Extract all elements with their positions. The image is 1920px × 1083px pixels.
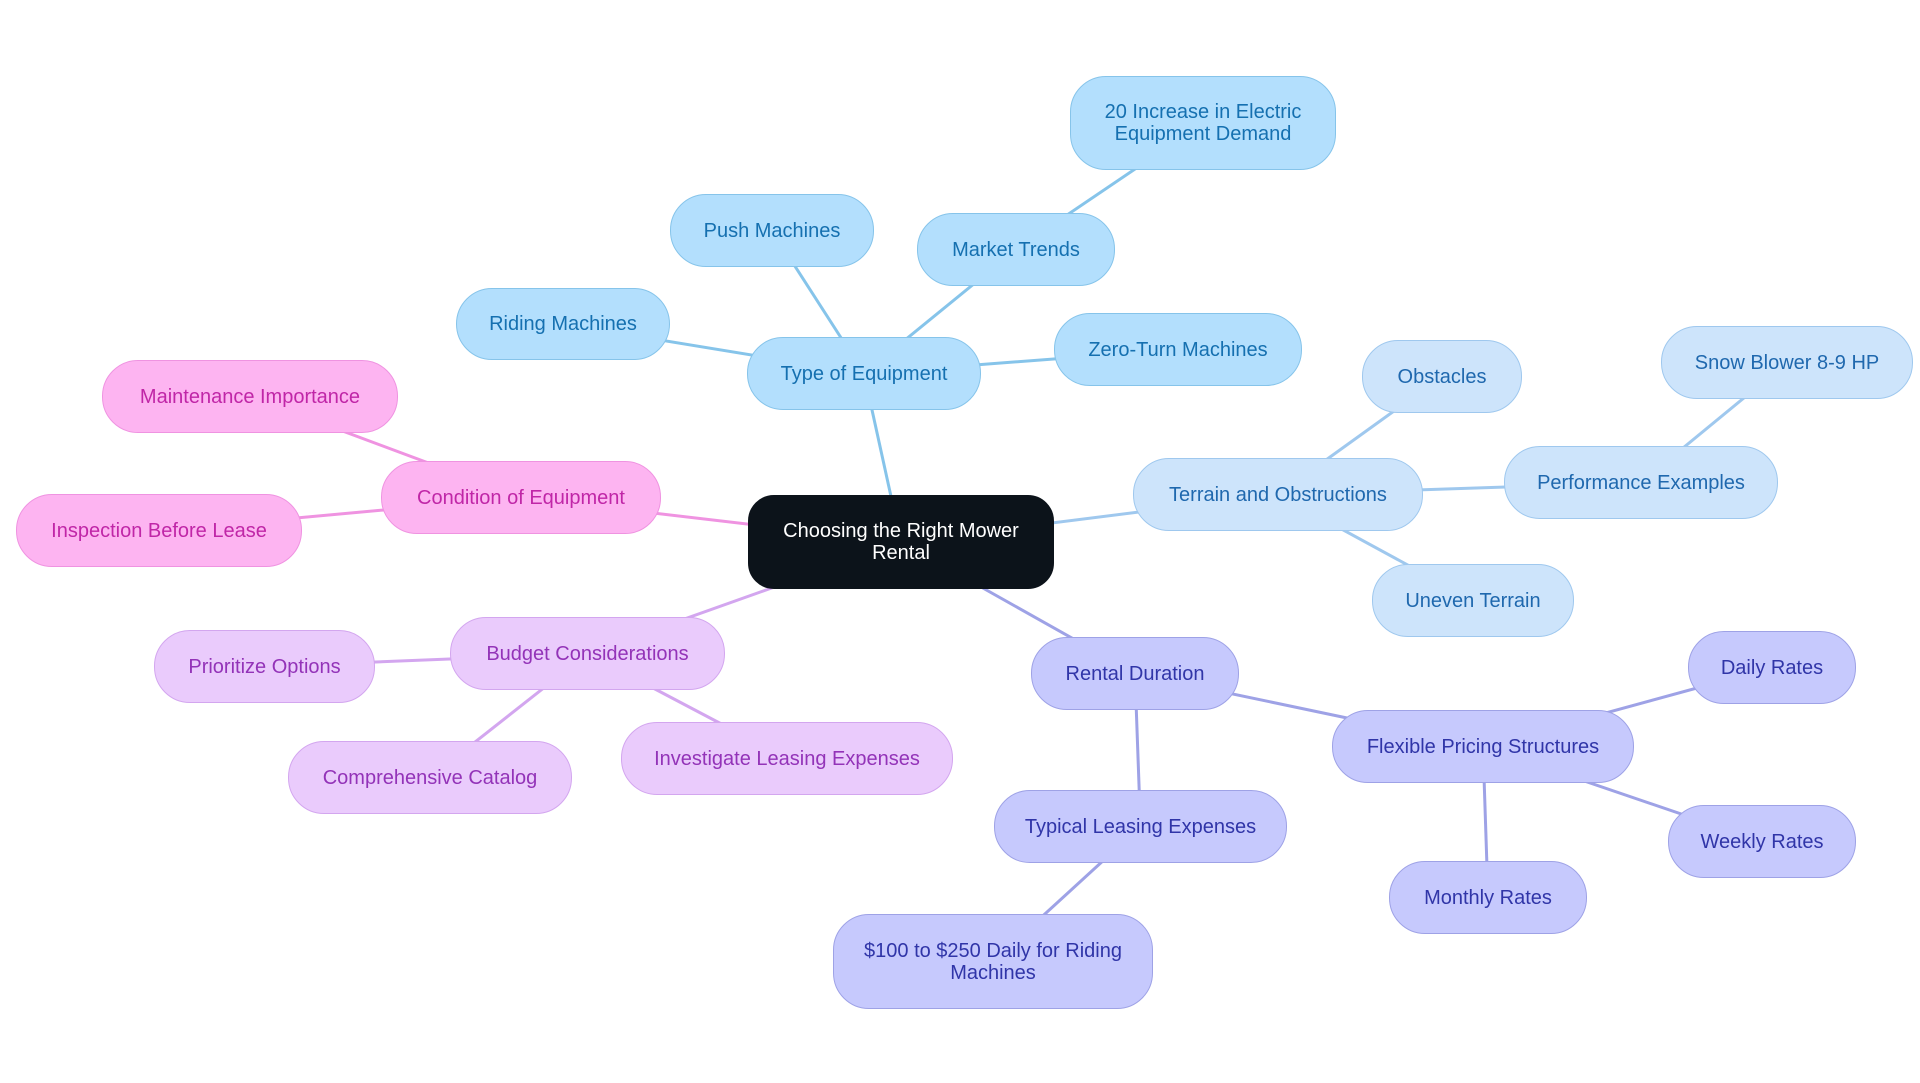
node-uneven-terrain[interactable]: Uneven Terrain <box>1372 564 1574 637</box>
node-weekly-rates[interactable]: Weekly Rates <box>1668 805 1856 878</box>
node-type-of-equipment[interactable]: Type of Equipment <box>747 337 981 410</box>
node-rental-duration[interactable]: Rental Duration <box>1031 637 1239 710</box>
root-node[interactable]: Choosing the Right Mower Rental <box>748 495 1054 589</box>
node-condition-of-equipment[interactable]: Condition of Equipment <box>381 461 661 534</box>
node-maintenance-importance[interactable]: Maintenance Importance <box>102 360 398 433</box>
node-snow-blower[interactable]: Snow Blower 8-9 HP <box>1661 326 1913 399</box>
node-push-machines[interactable]: Push Machines <box>670 194 874 267</box>
node-inspection-before-lease[interactable]: Inspection Before Lease <box>16 494 302 567</box>
node-flexible-pricing-structures[interactable]: Flexible Pricing Structures <box>1332 710 1634 783</box>
node-market-trends[interactable]: Market Trends <box>917 213 1115 286</box>
node-zero-turn-machines[interactable]: Zero-Turn Machines <box>1054 313 1302 386</box>
node-daily-rates[interactable]: Daily Rates <box>1688 631 1856 704</box>
node-riding-cost[interactable]: $100 to $250 Daily for Riding Machines <box>833 914 1153 1009</box>
node-prioritize-options[interactable]: Prioritize Options <box>154 630 375 703</box>
node-monthly-rates[interactable]: Monthly Rates <box>1389 861 1587 934</box>
node-terrain-and-obstructions[interactable]: Terrain and Obstructions <box>1133 458 1423 531</box>
node-electric-demand[interactable]: 20 Increase in Electric Equipment Demand <box>1070 76 1336 170</box>
node-performance-examples[interactable]: Performance Examples <box>1504 446 1778 519</box>
node-riding-machines[interactable]: Riding Machines <box>456 288 670 360</box>
node-obstacles[interactable]: Obstacles <box>1362 340 1522 413</box>
node-investigate-leasing-expenses[interactable]: Investigate Leasing Expenses <box>621 722 953 795</box>
node-comprehensive-catalog[interactable]: Comprehensive Catalog <box>288 741 572 814</box>
node-budget-considerations[interactable]: Budget Considerations <box>450 617 725 690</box>
node-typical-leasing-expenses[interactable]: Typical Leasing Expenses <box>994 790 1287 863</box>
